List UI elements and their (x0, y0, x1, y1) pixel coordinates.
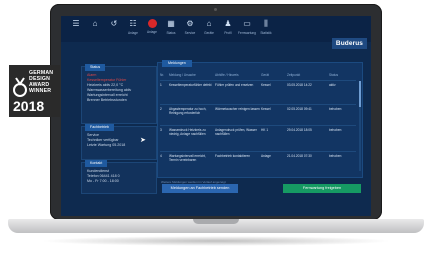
messages-panel-title: Meldungen (162, 60, 192, 67)
award-text: GERMAN DESIGN AWARD WINNER (29, 70, 53, 94)
service-card-title: Fachbetrieb (85, 124, 114, 131)
brand-logo: Buderus (331, 38, 367, 49)
table-cell: 4 (160, 154, 162, 158)
table-cell: Fachbetrieb kontaktieren (215, 154, 251, 158)
table-row[interactable]: 1 Kesseltemperaturfühler defekt Fühler prü… (160, 80, 356, 87)
table-cell: 29.04.2018 18:05 (287, 128, 312, 132)
laptop-shadow (40, 236, 392, 246)
status-card: Status Alarm Kesseltemperatur Fühler Heizk… (81, 64, 157, 124)
table-cell: Wasserdruck Heizkreis zu niedrig, Anlage… (169, 128, 206, 137)
nav-label: Anlage (147, 30, 157, 34)
table-cell: Wärmetauscher reinigen lassen (215, 107, 260, 111)
service-card[interactable]: Fachbetrieb Service Techniker verfügbar Le… (81, 124, 157, 160)
table-row[interactable]: 3 Wasserdruck Heizkreis zu niedrig, Anlag… (160, 125, 356, 137)
table-cell: Wartungsintervall erreicht, Termin verei… (169, 154, 206, 163)
table-cell: Kesseltemperaturfühler defekt (169, 83, 212, 87)
nav-item-chart[interactable]: ⫼ Statistik (257, 19, 275, 39)
messages-panel: Meldungen Nr. Meldung / Ursache Abhilfe … (157, 60, 363, 178)
table-header: Nr. Meldung / Ursache Abhilfe / Hinweis … (160, 72, 356, 78)
nav-item-monitor[interactable]: ▭ Fernwartung (238, 19, 256, 39)
nav-item-grid[interactable]: ▦ Status (162, 19, 180, 39)
nav-label: Statistik (260, 31, 272, 35)
table-cell: HK 1 (261, 128, 269, 132)
nav-item-alarm[interactable]: Anlage (143, 19, 161, 39)
nav-item-user[interactable]: ♟ Profil (219, 19, 237, 39)
nav-label: Anlage (128, 31, 138, 35)
col-header: Zeitpunkt (287, 73, 301, 77)
table-cell: 1 (160, 83, 162, 87)
status-card-title: Status (85, 64, 106, 71)
col-header: Meldung / Ursache (169, 73, 196, 77)
table-row[interactable]: 4 Wartungsintervall erreicht, Termin vere… (160, 151, 356, 163)
laptop-notch (193, 219, 239, 224)
table-cell: 02.05.2018 09:41 (287, 107, 312, 111)
menu-icon: ☰ (72, 19, 80, 28)
app-screen: ☰ ⌂ ↺ ☷ Anlage Anlage ▦ Status ⚙ Service ⌂ Geräte ♟ P… (61, 16, 371, 216)
card-line: Mo - Fr 7:00 - 18:00 (87, 179, 119, 183)
col-header: Status (329, 73, 339, 77)
table-cell: Kessel (261, 83, 271, 87)
back-icon: ↺ (110, 19, 118, 28)
enable-remote-button[interactable]: Fernwartung freigeben (283, 184, 361, 193)
nav-item-back[interactable]: ↺ (105, 19, 123, 39)
table-cell: aktiv (329, 83, 336, 87)
table-cell: Anlage (261, 154, 271, 158)
card-line: Brenner Betriebsstunden (87, 98, 127, 102)
scrollbar-thumb[interactable] (359, 81, 361, 107)
nav-label: Status (166, 31, 176, 35)
nav-item-settings[interactable]: ⚙ Service (181, 19, 199, 39)
table-cell: behoben (329, 128, 342, 132)
design-award-badge: GERMAN DESIGN AWARD WINNER 2018 (9, 65, 60, 117)
home-icon: ⌂ (92, 19, 98, 28)
col-header: Gerät (261, 73, 269, 77)
table-cell: 3 (160, 128, 162, 132)
nav-item-menu[interactable]: ☰ (67, 19, 85, 39)
send-messages-button[interactable]: Meldungen an Fachbetrieb senden (162, 184, 238, 193)
nav-label: Service (184, 31, 196, 35)
webcam (214, 8, 217, 11)
scrollbar[interactable] (359, 81, 361, 171)
award-year: 2018 (13, 98, 45, 114)
grid-icon: ▦ (167, 19, 175, 28)
nav-label: Profil (224, 31, 232, 35)
nav-label: Fernwartung (238, 31, 256, 35)
table-row[interactable]: 2 Abgastemperatur zu hoch, Reinigung erfo… (160, 104, 356, 116)
user-icon: ♟ (224, 19, 232, 28)
table-cell: 03.05.2018 14:22 (287, 83, 312, 87)
col-header: Abhilfe / Hinweis (215, 73, 239, 77)
col-header: Nr. (160, 73, 165, 77)
award-line: WINNER (29, 88, 52, 94)
award-logo-icon (13, 77, 27, 97)
table-cell: Fühler prüfen und ersetzen (215, 83, 254, 87)
table-cell: Abgastemperatur zu hoch, Reinigung erfor… (169, 107, 207, 116)
nav-label: Geräte (204, 31, 214, 35)
table-cell: 21.04.2018 07:30 (287, 154, 312, 158)
table-cell: Anlagendruck prüfen, Wasser nachfüllen (215, 128, 257, 137)
table-cell: 2 (160, 107, 162, 111)
list-icon: ☷ (129, 19, 137, 28)
table-cell: behoben (329, 154, 342, 158)
top-nav-bar: ☰ ⌂ ↺ ☷ Anlage Anlage ▦ Status ⚙ Service ⌂ Geräte ♟ P… (61, 16, 371, 42)
nav-item-building[interactable]: ⌂ Geräte (200, 19, 218, 39)
chart-icon: ⫼ (264, 19, 268, 28)
contact-card-title: Kontakt (85, 160, 108, 167)
monitor-icon: ▭ (243, 19, 251, 28)
nav-item-home[interactable]: ⌂ (86, 19, 104, 39)
settings-icon: ⚙ (186, 19, 194, 28)
table-cell: Kessel (261, 107, 271, 111)
contact-card: Kontakt Kundendienst Telefon 06441 418 0M… (81, 160, 157, 194)
alarm-icon (147, 19, 157, 28)
building-icon: ⌂ (206, 19, 212, 28)
cursor-icon: ➤ (140, 137, 146, 144)
card-line: Letzte Wartung 05.2018 (87, 143, 126, 147)
table-cell: behoben (329, 107, 342, 111)
nav-item-list[interactable]: ☷ Anlage (124, 19, 142, 39)
